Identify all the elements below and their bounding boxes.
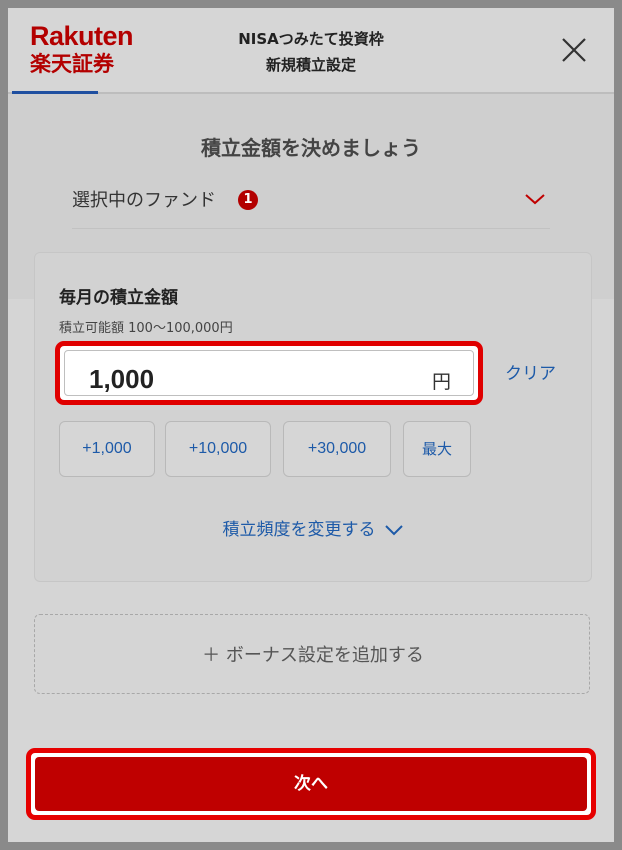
app-screen: Rakuten 楽天証券 NISAつみたて投資枠 新規積立設定 積立金額を決めま… <box>8 8 614 842</box>
close-icon <box>562 38 586 62</box>
page-title: NISAつみたて投資枠 新規積立設定 <box>168 26 454 78</box>
logo-text-jp: 楽天証券 <box>30 52 114 76</box>
add-1000-button[interactable]: +1,000 <box>59 421 155 477</box>
page-title-line2: 新規積立設定 <box>265 56 356 74</box>
page-title-line1: NISAつみたて投資枠 <box>238 30 384 48</box>
monthly-amount-card: 毎月の積立金額 積立可能額 100〜100,000円 1,000 円 クリア +… <box>34 252 592 582</box>
max-button[interactable]: 最大 <box>403 421 471 477</box>
chevron-down-icon <box>384 525 403 536</box>
screenshot-frame: Rakuten 楽天証券 NISAつみたて投資枠 新規積立設定 積立金額を決めま… <box>0 0 622 850</box>
rakuten-logo: Rakuten 楽天証券 <box>30 22 150 78</box>
add-10000-button[interactable]: +10,000 <box>165 421 271 477</box>
header: Rakuten 楽天証券 NISAつみたて投資枠 新規積立設定 <box>8 8 614 94</box>
amount-value: 1,000 <box>89 364 155 394</box>
selected-fund-toggle[interactable]: 選択中のファンド 1 <box>72 180 550 229</box>
amount-input[interactable]: 1,000 円 <box>64 350 474 396</box>
amount-input-highlight: 1,000 円 <box>55 341 483 405</box>
close-button[interactable] <box>556 32 592 68</box>
next-button[interactable]: 次へ <box>35 757 587 811</box>
add-bonus-label: ＋ ボーナス設定を追加する <box>202 645 424 666</box>
chevron-down-icon <box>525 194 545 205</box>
allowed-range-text: 積立可能額 100〜100,000円 <box>59 321 233 336</box>
selected-fund-label: 選択中のファンド <box>72 190 216 211</box>
add-30000-button[interactable]: +30,000 <box>283 421 391 477</box>
fund-count-badge: 1 <box>238 190 258 210</box>
change-frequency-link[interactable]: 積立頻度を変更する <box>35 515 591 540</box>
section-title: 積立金額を決めましょう <box>201 136 421 160</box>
amount-unit: 円 <box>431 371 451 393</box>
change-frequency-label: 積立頻度を変更する <box>222 520 376 540</box>
monthly-amount-title: 毎月の積立金額 <box>59 288 178 308</box>
next-button-highlight: 次へ <box>26 748 596 820</box>
logo-text-en: Rakuten <box>30 21 134 51</box>
add-bonus-button[interactable]: ＋ ボーナス設定を追加する <box>34 614 590 694</box>
clear-button[interactable]: クリア <box>505 359 556 384</box>
